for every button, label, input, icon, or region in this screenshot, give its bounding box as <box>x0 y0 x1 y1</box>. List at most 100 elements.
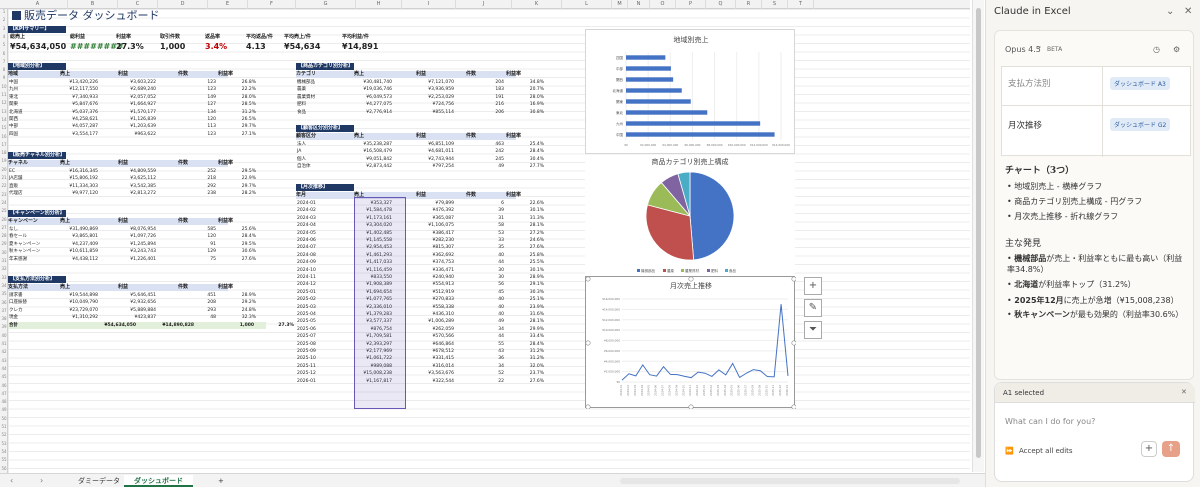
table-cell[interactable]: 242 <box>495 148 504 155</box>
table-cell[interactable]: 肥料 <box>297 101 306 108</box>
table-cell[interactable]: 48 <box>210 314 216 321</box>
table-cell[interactable]: 31.2% <box>530 348 544 355</box>
horizontal-scrollbar[interactable] <box>620 478 960 484</box>
table-cell[interactable]: 191 <box>495 94 504 101</box>
table-cell[interactable]: 29.5% <box>242 241 256 248</box>
table-cell[interactable]: ¥3,865,801 <box>72 233 98 240</box>
table-cell[interactable]: 29.5% <box>242 168 256 175</box>
table-cell[interactable]: 30.4% <box>530 156 544 163</box>
table-cell[interactable]: ¥322,544 <box>433 378 454 385</box>
table-cell[interactable]: ¥365,087 <box>433 215 454 222</box>
table-cell[interactable]: 134 <box>207 109 216 116</box>
row-header[interactable]: 55 <box>0 457 8 464</box>
table-cell[interactable]: ¥12,117,550 <box>69 86 98 93</box>
table-cell[interactable]: ¥282,230 <box>433 237 454 244</box>
column-header-N[interactable]: N <box>628 0 650 9</box>
row-header[interactable]: 45 <box>0 374 8 381</box>
table-cell[interactable]: 23.7% <box>530 370 544 377</box>
table-cell[interactable]: 25.6% <box>242 226 256 233</box>
column-header-F[interactable]: F <box>248 0 296 9</box>
table-cell[interactable]: ¥2,743,944 <box>428 156 454 163</box>
column-header-O[interactable]: O <box>650 0 676 9</box>
chart-styles-button[interactable]: ✎ <box>804 299 822 317</box>
table-cell[interactable]: ¥4,438,112 <box>72 256 98 263</box>
table-cell[interactable]: 2024-10 <box>297 267 316 274</box>
table-cell[interactable]: 27.1% <box>242 131 256 138</box>
row-header[interactable]: 11 <box>0 92 8 99</box>
table-cell[interactable]: ¥2,813,272 <box>130 190 156 197</box>
row-header[interactable]: 46 <box>0 383 8 390</box>
table-cell[interactable]: 春セール <box>9 233 27 240</box>
table-cell[interactable]: 25.5% <box>530 259 544 266</box>
table-cell[interactable]: 58 <box>498 222 504 229</box>
row-header[interactable]: 2 <box>0 17 8 24</box>
column-header-C[interactable]: C <box>118 0 158 9</box>
table-cell[interactable]: 34.8% <box>530 79 544 86</box>
table-cell[interactable]: 31 <box>498 215 504 222</box>
next-sheet-icon[interactable]: › <box>40 476 43 485</box>
row-header[interactable]: 23 <box>0 192 8 199</box>
table-cell[interactable]: 28.9% <box>530 274 544 281</box>
column-header-T[interactable]: T <box>788 0 814 9</box>
row-header[interactable]: 54 <box>0 449 8 456</box>
column-header-D[interactable]: D <box>158 0 208 9</box>
category-pie-chart[interactable]: 商品カテゴリ別売上構成 機械部品 農薬 農業資材 肥料 食品 <box>585 155 795 275</box>
table-cell[interactable]: ¥4,809,559 <box>130 168 156 175</box>
table-cell[interactable]: 機械部品 <box>297 79 315 86</box>
total-cell[interactable]: ¥54,634,050 <box>104 322 136 329</box>
row-header[interactable]: 25 <box>0 208 8 215</box>
row-header[interactable]: 40 <box>0 333 8 340</box>
row-header[interactable]: 19 <box>0 158 8 165</box>
table-cell[interactable]: ¥4,258,621 <box>72 116 98 123</box>
table-cell[interactable]: 2025-06 <box>297 326 316 333</box>
table-cell[interactable]: 関東 <box>9 101 18 108</box>
cell-reference-chip[interactable]: ダッシュボード A3 <box>1110 77 1170 90</box>
prev-sheet-icon[interactable]: ‹ <box>10 476 13 485</box>
table-cell[interactable]: 四国 <box>9 131 18 138</box>
table-cell[interactable]: 2024-03 <box>297 215 316 222</box>
column-header-R[interactable]: R <box>736 0 762 9</box>
table-cell[interactable]: ¥646,864 <box>433 341 454 348</box>
add-sheet-button[interactable]: + <box>208 475 234 487</box>
table-cell[interactable]: 36 <box>498 355 504 362</box>
table-cell[interactable]: 30.1% <box>530 267 544 274</box>
table-cell[interactable]: クレカ <box>9 307 23 314</box>
table-cell[interactable]: 20.7% <box>530 86 544 93</box>
table-cell[interactable]: ¥4,277,075 <box>366 101 392 108</box>
table-cell[interactable]: ¥815,307 <box>433 244 454 251</box>
table-cell[interactable]: ¥16,316,345 <box>69 168 98 175</box>
table-cell[interactable]: ¥423,837 <box>135 314 156 321</box>
table-cell[interactable]: 218 <box>207 175 216 182</box>
table-cell[interactable]: 2024-09 <box>297 259 316 266</box>
table-cell[interactable]: 2024-02 <box>297 207 316 214</box>
table-cell[interactable]: 22 <box>498 378 504 385</box>
table-cell[interactable]: 26.5% <box>242 116 256 123</box>
table-cell[interactable]: 2024-06 <box>297 237 316 244</box>
gear-icon[interactable]: ⚙ <box>1173 45 1180 54</box>
table-cell[interactable]: ¥797,254 <box>433 163 454 170</box>
row-header[interactable]: 43 <box>0 358 8 365</box>
table-cell[interactable]: 2024-12 <box>297 281 316 288</box>
table-cell[interactable]: ¥3,554,177 <box>72 131 98 138</box>
table-cell[interactable]: 北海道 <box>9 109 23 116</box>
table-cell[interactable]: 28.1% <box>530 222 544 229</box>
row-header[interactable]: 44 <box>0 366 8 373</box>
table-cell[interactable]: 30.6% <box>242 248 256 255</box>
table-cell[interactable]: 27.6% <box>530 244 544 251</box>
table-cell[interactable]: 123 <box>207 131 216 138</box>
table-cell[interactable]: ¥436,310 <box>433 311 454 318</box>
table-cell[interactable]: ¥4,681,011 <box>428 148 454 155</box>
table-cell[interactable]: ¥570,566 <box>433 333 454 340</box>
column-header-B[interactable]: B <box>68 0 118 9</box>
tab-dummy-data[interactable]: ダミーデータ <box>68 475 130 487</box>
table-cell[interactable]: ¥5,646,451 <box>130 292 156 299</box>
row-header[interactable]: 13 <box>0 109 8 116</box>
row-header[interactable]: 15 <box>0 125 8 132</box>
table-cell[interactable]: ¥6,851,109 <box>428 141 454 148</box>
table-cell[interactable]: 27.2% <box>530 230 544 237</box>
table-cell[interactable]: ¥6,049,573 <box>366 94 392 101</box>
row-header[interactable]: 31 <box>0 258 8 265</box>
table-cell[interactable]: 現金 <box>9 314 18 321</box>
table-cell[interactable]: 33 <box>498 237 504 244</box>
history-icon[interactable]: ◷ <box>1153 45 1160 54</box>
